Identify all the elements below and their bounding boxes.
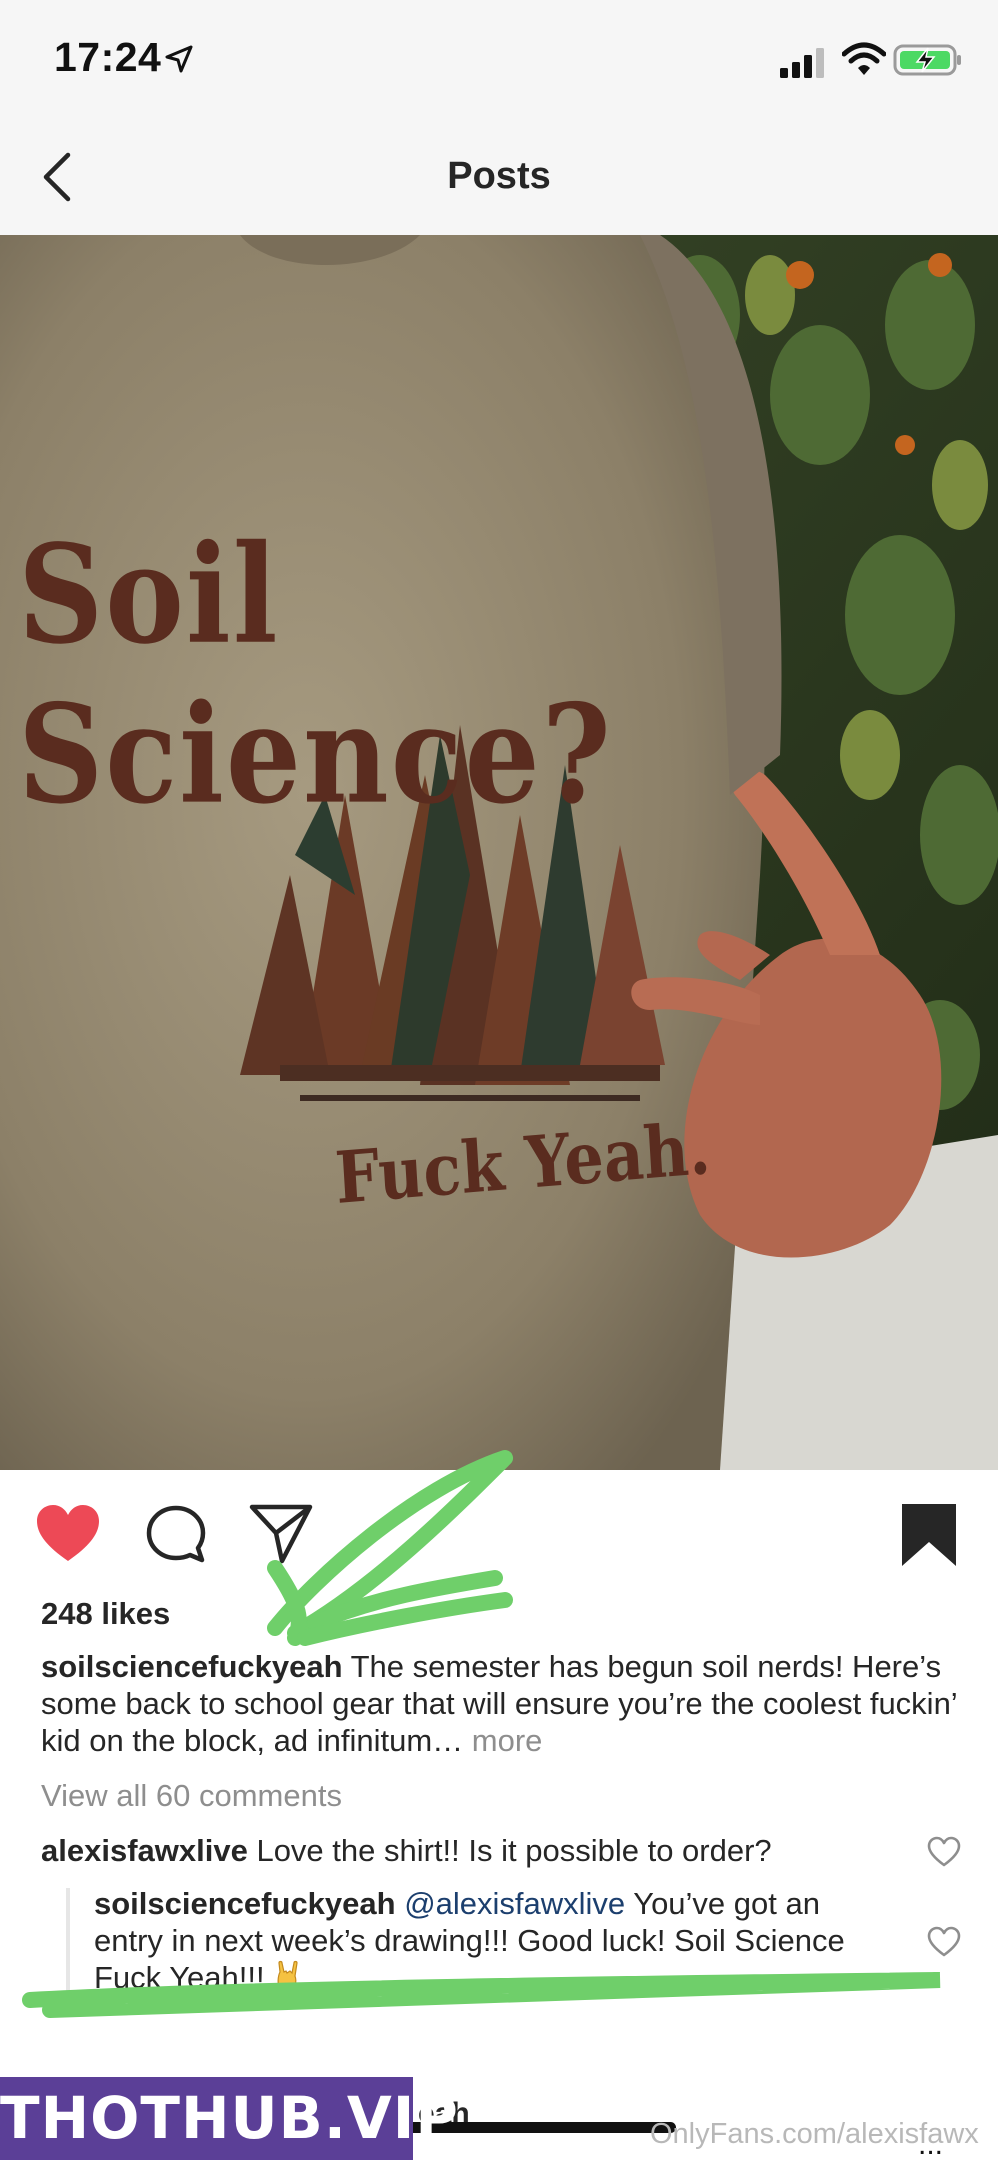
- status-bar: 17:24: [0, 0, 998, 125]
- reply-mention-link[interactable]: @alexisfawxlive: [404, 1886, 625, 1921]
- caption-more-link[interactable]: more: [472, 1723, 543, 1758]
- comment-item: alexisfawxlive Love the shirt!! Is it po…: [41, 1832, 911, 1869]
- caption-username[interactable]: soilsciencefuckyeah: [41, 1649, 343, 1684]
- reply-like-heart-icon[interactable]: [927, 1926, 961, 1958]
- nav-bar: Posts: [0, 125, 998, 236]
- post-image[interactable]: Soil Science? Fuck Yeah.: [0, 235, 998, 1470]
- share-button[interactable]: [248, 1503, 314, 1565]
- view-all-comments-link[interactable]: View all 60 comments: [41, 1778, 342, 1814]
- comment-username[interactable]: alexisfawxlive: [41, 1833, 248, 1868]
- reply-item: soilsciencefuckyeah @alexisfawxlive You’…: [94, 1885, 894, 1996]
- shirt-text-top: Soil Science?: [18, 514, 613, 834]
- page-title: Posts: [447, 155, 551, 197]
- comment-button[interactable]: [145, 1504, 207, 1566]
- rock-on-hand-icon: [277, 1960, 298, 1991]
- reply-thread-line: [66, 1888, 70, 1996]
- more-dots-icon[interactable]: ...: [918, 2130, 943, 2160]
- reply-username[interactable]: soilsciencefuckyeah: [94, 1886, 396, 1921]
- comment-text: Love the shirt!! Is it possible to order…: [256, 1833, 772, 1868]
- like-button[interactable]: [35, 1503, 101, 1563]
- bookmark-button[interactable]: [900, 1502, 958, 1568]
- comment-like-heart-icon[interactable]: [927, 1836, 961, 1868]
- location-arrow-icon: [165, 45, 193, 73]
- status-time: 17:24: [54, 34, 162, 80]
- wifi-icon: [842, 42, 886, 75]
- watermark-logo: THOTHUB.VIP: [0, 2077, 458, 2160]
- battery-charging-icon: [893, 44, 961, 76]
- signal-icon: [780, 48, 824, 78]
- likes-count[interactable]: 248 likes: [41, 1596, 170, 1632]
- post-caption: soilsciencefuckyeah The semester has beg…: [41, 1648, 961, 1759]
